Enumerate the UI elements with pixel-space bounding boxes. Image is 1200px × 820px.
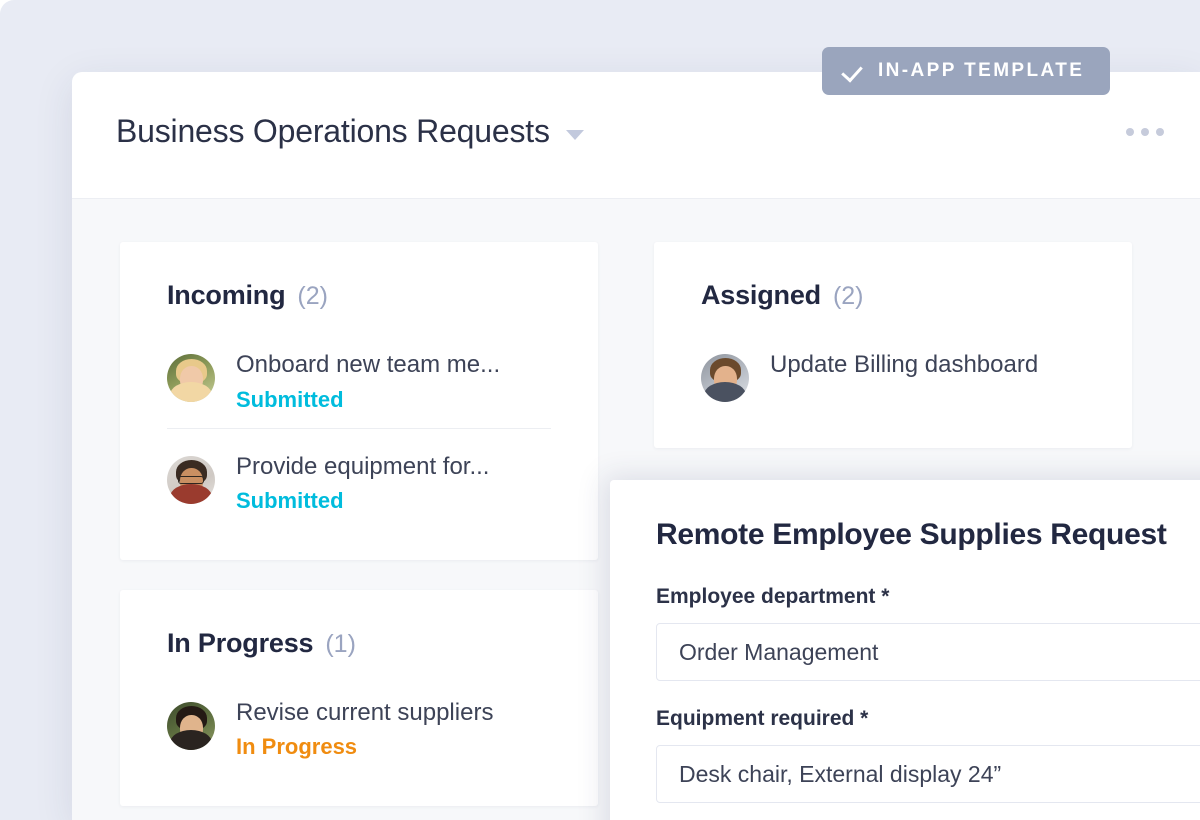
chevron-down-icon[interactable] (565, 129, 584, 140)
avatar (167, 455, 215, 504)
task-card[interactable]: Update Billing dashboard (701, 337, 1085, 418)
request-form-panel: Remote Employee Supplies Request Employe… (610, 480, 1200, 820)
column-title: Incoming (167, 280, 286, 310)
column-count: (2) (297, 282, 328, 310)
board-title-row[interactable]: Business Operations Requests (116, 113, 584, 149)
select-value: Order Management (679, 638, 879, 665)
task-title: Revise current suppliers (236, 698, 494, 726)
page-title: Business Operations Requests (116, 113, 550, 149)
column-card-in-progress: In Progress (1) Revise current suppliers… (120, 589, 598, 806)
task-card[interactable]: Revise current suppliers In Progress (167, 685, 551, 776)
avatar (167, 701, 215, 750)
check-icon (844, 61, 864, 81)
field-label: Employee department * (656, 585, 890, 608)
in-app-template-badge: IN-APP TEMPLATE (822, 47, 1111, 95)
input-value: Desk chair, External display 24” (679, 760, 1002, 787)
field-equipment-required: Equipment required * Desk chair, Externa… (656, 707, 1200, 803)
ellipsis-icon-dot (1141, 128, 1149, 136)
overflow-menu-button[interactable] (1126, 128, 1164, 136)
task-title: Provide equipment for... (236, 452, 490, 480)
status-badge: In Progress (236, 734, 358, 760)
board-column-left: Incoming (2) Onboard new team me... Subm… (120, 242, 598, 820)
task-card[interactable]: Provide equipment for... Submitted (167, 427, 551, 530)
modal-title: Remote Employee Supplies Request (656, 518, 1167, 551)
avatar (701, 354, 749, 402)
field-label: Equipment required * (656, 707, 869, 730)
status-badge: Submitted (236, 386, 344, 412)
column-card-assigned: Assigned (2) Update Billing dashboard (654, 242, 1132, 448)
column-count: (2) (832, 282, 864, 310)
task-title: Update Billing dashboard (770, 351, 1039, 378)
badge-label: IN-APP TEMPLATE (878, 60, 1085, 81)
board-column-right: Assigned (2) Update Billing dashboard (654, 242, 1132, 478)
column-title: In Progress (167, 627, 314, 658)
column-count: (1) (325, 629, 356, 658)
column-heading-incoming: Incoming (2) (167, 280, 551, 311)
equipment-required-input[interactable]: Desk chair, External display 24” (656, 745, 1200, 803)
status-badge: Submitted (236, 488, 344, 514)
task-card[interactable]: Onboard new team me... Submitted (167, 337, 551, 428)
employee-department-select[interactable]: Order Management (656, 623, 1200, 681)
column-heading-assigned: Assigned (2) (701, 280, 1085, 311)
avatar (167, 354, 215, 402)
app-window: Business Operations Requests Incoming (2… (72, 72, 1200, 820)
field-employee-department: Employee department * Order Management (656, 585, 1200, 681)
column-heading-in-progress: In Progress (1) (167, 628, 551, 659)
ellipsis-icon-dot (1156, 128, 1164, 136)
page-backdrop: Business Operations Requests Incoming (2… (0, 0, 1200, 820)
column-card-incoming: Incoming (2) Onboard new team me... Subm… (120, 242, 598, 560)
column-title: Assigned (701, 280, 821, 310)
task-title: Onboard new team me... (236, 351, 501, 378)
ellipsis-icon-dot (1126, 128, 1134, 136)
